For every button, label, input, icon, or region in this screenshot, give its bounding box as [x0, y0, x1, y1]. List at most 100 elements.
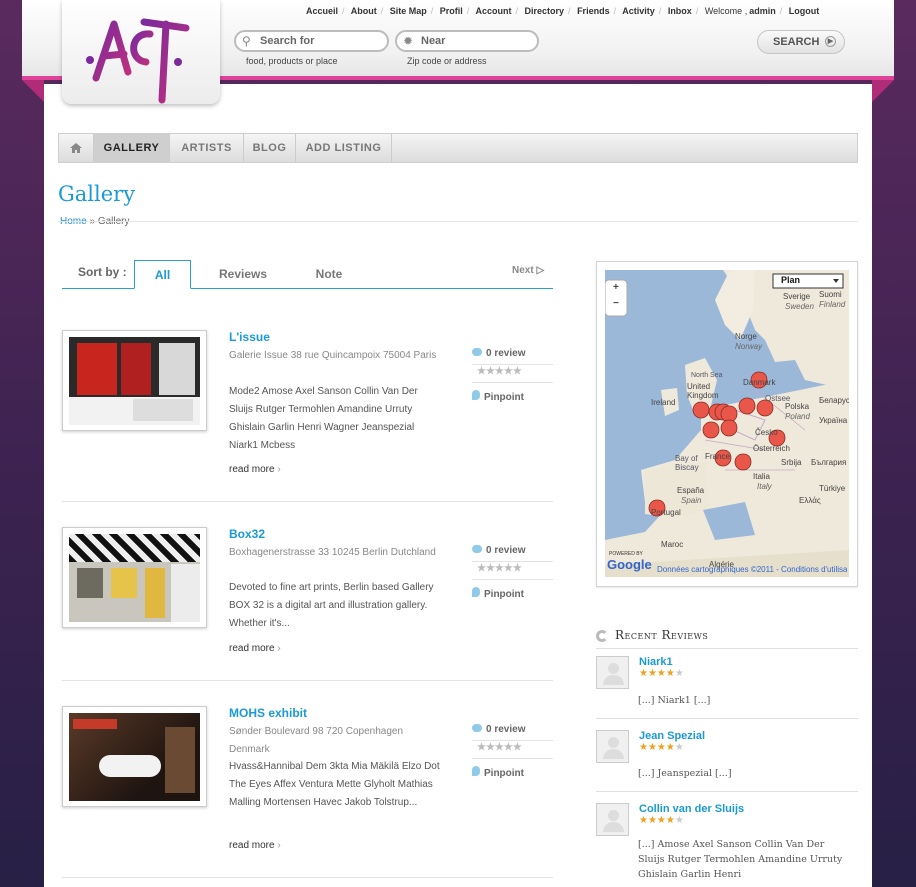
listing-item: L'issue Galerie Issue 38 rue Quincampoix… — [62, 330, 553, 490]
google-logo[interactable]: Google — [607, 557, 652, 572]
divider — [596, 718, 858, 719]
search-icon: ⚲ — [242, 34, 251, 48]
username[interactable]: admin — [749, 6, 776, 16]
rating-stars: ★★★★★ — [639, 668, 684, 679]
art-logo-icon — [86, 18, 190, 104]
review-text: [...] Amose Axel Sanson Collin Van Der S… — [638, 839, 843, 880]
avatar[interactable] — [596, 656, 629, 689]
review-count-label: 0 review — [486, 545, 526, 556]
topnav-account[interactable]: Account — [475, 6, 511, 16]
map-pin-icon — [472, 766, 480, 776]
rating-stars: ★★★★★ — [477, 563, 522, 574]
header-fold-right — [872, 80, 894, 102]
comment-icon — [472, 348, 482, 356]
rating-stars: ★★★★★ — [477, 366, 522, 377]
search-input[interactable]: ⚲ Search for — [234, 30, 389, 52]
listing-title[interactable]: Box32 — [229, 527, 265, 541]
next-page-link[interactable]: Next ▷ — [512, 265, 544, 276]
welcome-text: Welcome , — [704, 6, 748, 16]
map-label: Spain — [681, 496, 702, 505]
rating-stars: ★★★★★ — [477, 742, 522, 753]
map-label: Norge — [735, 332, 757, 341]
map-widget: + − Plan Sverige Sweden Suomi Finland No… — [596, 261, 858, 587]
sort-label: Sort by : — [78, 265, 127, 279]
review-item: Niark1 ★★★★★ [...] Niark1 [...] — [596, 656, 858, 714]
listing-title[interactable]: MOHS exhibit — [229, 706, 307, 720]
map-label: Finland — [819, 300, 846, 309]
near-input[interactable]: ✹ Near — [395, 30, 539, 52]
avatar[interactable] — [596, 730, 629, 763]
chevron-right-icon: ▷ — [536, 265, 545, 276]
home-icon — [70, 143, 82, 153]
topnav-friends[interactable]: Friends — [577, 6, 610, 16]
site-logo[interactable] — [62, 0, 220, 104]
topnav-logout[interactable]: Logout — [789, 6, 820, 16]
listing-address: Galerie Issue 38 rue Quincampoix 75004 P… — [229, 350, 437, 361]
topnav-inbox[interactable]: Inbox — [668, 6, 692, 16]
map-label: Bay of Biscay — [675, 454, 699, 472]
read-more-link[interactable]: read more › — [229, 464, 281, 475]
rating-stars: ★★★★★ — [639, 742, 684, 753]
main-navigation: GALLERY ARTISTS BLOG ADD LISTING — [58, 133, 858, 163]
map-label: Poland — [785, 412, 810, 421]
listing-title[interactable]: L'issue — [229, 330, 270, 344]
topnav-accueil[interactable]: Accueil — [306, 6, 338, 16]
topnav-site-map[interactable]: Site Map — [390, 6, 427, 16]
reviewer-name[interactable]: Collin van der Sluijs — [639, 803, 744, 815]
read-more-link[interactable]: read more › — [229, 643, 281, 654]
topnav-about[interactable]: About — [351, 6, 377, 16]
review-count[interactable]: 0 review — [472, 545, 525, 556]
nav-blog[interactable]: BLOG — [244, 134, 296, 162]
reviewer-name[interactable]: Jean Spezial — [639, 730, 705, 742]
listing-thumbnail[interactable] — [62, 706, 207, 807]
map-label: Беларусь — [819, 396, 849, 405]
map-copyright[interactable]: Données cartographiques ©2011 - Conditio… — [657, 565, 847, 574]
map-label: Česko — [755, 428, 778, 437]
review-item: Jean Spezial ★★★★★ [...] Jeanspezial [..… — [596, 730, 858, 788]
topnav-profil[interactable]: Profil — [440, 6, 463, 16]
zoom-in-button[interactable]: + — [613, 282, 619, 293]
reviewer-name[interactable]: Niark1 — [639, 656, 673, 668]
avatar[interactable] — [596, 803, 629, 836]
map-canvas[interactable]: + − Plan Sverige Sweden Suomi Finland No… — [605, 270, 849, 577]
tab-reviews[interactable]: Reviews — [210, 260, 276, 289]
zoom-out-button[interactable]: − — [613, 298, 619, 309]
pinpoint-link[interactable]: Pinpoint — [472, 766, 524, 779]
pinpoint-link[interactable]: Pinpoint — [472, 587, 524, 600]
divider: / — [695, 6, 699, 16]
tab-note[interactable]: Note — [300, 260, 358, 289]
nav-gallery[interactable]: GALLERY — [94, 134, 170, 162]
search-button[interactable]: SEARCH ▶ — [757, 30, 845, 54]
map-label: Italy — [757, 482, 772, 491]
nav-artists[interactable]: ARTISTS — [170, 134, 244, 162]
pinpoint-label: Pinpoint — [484, 589, 524, 600]
tab-all[interactable]: All — [134, 260, 191, 289]
listing-thumbnail[interactable] — [62, 527, 207, 628]
search-hint: food, products or place — [246, 56, 338, 66]
nav-add-listing[interactable]: ADD LISTING — [296, 134, 392, 162]
read-more-link[interactable]: read more › — [229, 840, 281, 851]
map-label: France — [705, 452, 730, 461]
divider — [596, 648, 858, 649]
listing-description: Mode2 Amose Axel Sanson Collin Van Der S… — [229, 386, 418, 451]
search-button-label: SEARCH — [773, 36, 820, 48]
map-label: Norway — [735, 342, 763, 351]
listing-thumbnail[interactable] — [62, 330, 207, 431]
review-count[interactable]: 0 review — [472, 724, 525, 735]
topnav-directory[interactable]: Directory — [525, 6, 565, 16]
divider — [62, 680, 553, 681]
divider: / — [779, 6, 783, 16]
topnav-activity[interactable]: Activity — [622, 6, 655, 16]
europe-map-image — [605, 270, 849, 577]
review-item: Collin van der Sluijs ★★★★★ [...] Amose … — [596, 803, 858, 887]
pinpoint-link[interactable]: Pinpoint — [472, 390, 524, 403]
pinpoint-label: Pinpoint — [484, 392, 524, 403]
map-pin-icon — [472, 587, 480, 597]
divider — [596, 791, 858, 792]
rating-stars: ★★★★★ — [639, 815, 684, 826]
map-type-select[interactable]: Plan — [781, 275, 800, 285]
review-text: [...] Jeanspezial [...] — [638, 768, 732, 779]
divider — [472, 579, 553, 580]
review-count[interactable]: 0 review — [472, 348, 525, 359]
home-button[interactable] — [59, 134, 94, 162]
